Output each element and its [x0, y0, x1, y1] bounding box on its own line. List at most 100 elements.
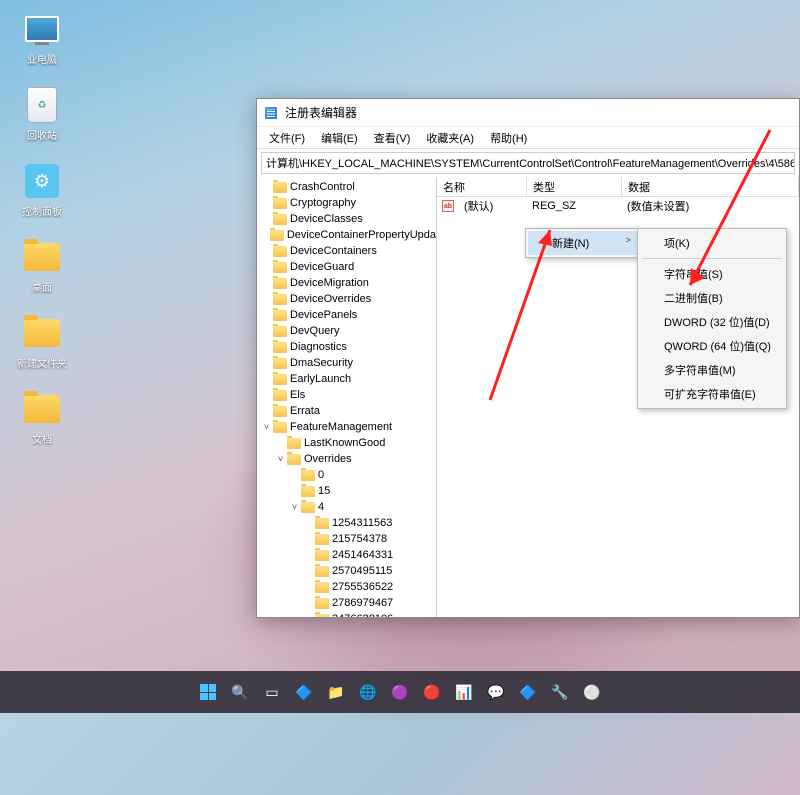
app-icon[interactable]: 📊 [451, 679, 477, 705]
tree-item[interactable]: 1254311563 [257, 515, 436, 531]
menu-favorites[interactable]: 收藏夹(A) [418, 128, 482, 148]
menu-file[interactable]: 文件(F) [261, 128, 313, 148]
desktop-icon-folder[interactable]: 文档 [12, 390, 72, 446]
task-view-icon[interactable]: ▭ [259, 679, 285, 705]
expand-toggle[interactable] [261, 182, 272, 193]
expand-toggle[interactable] [303, 582, 314, 593]
tree-item[interactable]: DeviceOverrides [257, 291, 436, 307]
tree-item[interactable]: DmaSecurity [257, 355, 436, 371]
expand-toggle[interactable] [303, 518, 314, 529]
tree-panel[interactable]: CrashControlCryptographyDeviceClassesDev… [257, 177, 437, 617]
menu-item-expandstring[interactable]: 可扩充字符串值(E) [640, 382, 784, 406]
expand-toggle[interactable] [275, 438, 286, 449]
desktop-icon-this-pc[interactable]: 业电脑 [12, 10, 72, 66]
tree-item[interactable]: DeviceMigration [257, 275, 436, 291]
tree-item[interactable]: EarlyLaunch [257, 371, 436, 387]
address-bar[interactable]: 计算机\HKEY_LOCAL_MACHINE\SYSTEM\CurrentCon… [261, 152, 795, 174]
tree-item[interactable]: Cryptography [257, 195, 436, 211]
menu-item-key[interactable]: 项(K) [640, 231, 784, 255]
expand-toggle[interactable] [261, 310, 272, 321]
tree-item[interactable]: CrashControl [257, 179, 436, 195]
titlebar[interactable]: 注册表编辑器 [257, 99, 799, 127]
tree-item[interactable]: LastKnownGood [257, 435, 436, 451]
expand-toggle[interactable] [303, 566, 314, 577]
menu-item-dword[interactable]: DWORD (32 位)值(D) [640, 310, 784, 334]
menu-item-new[interactable]: 新建(N) [528, 231, 637, 255]
menu-edit[interactable]: 编辑(E) [313, 128, 366, 148]
tree-item[interactable]: DeviceContainers [257, 243, 436, 259]
tree-item[interactable]: 215754378 [257, 531, 436, 547]
app-icon[interactable]: 🔴 [419, 679, 445, 705]
expand-toggle[interactable]: ˅ [261, 422, 272, 433]
expand-toggle[interactable]: ˅ [289, 502, 300, 513]
desktop-icon-folder[interactable]: 新建文件夹 [12, 314, 72, 370]
search-icon[interactable]: 🔍 [227, 679, 253, 705]
tree-item[interactable]: 0 [257, 467, 436, 483]
expand-toggle[interactable] [261, 326, 272, 337]
file-explorer-icon[interactable]: 📁 [323, 679, 349, 705]
expand-toggle[interactable] [261, 374, 272, 385]
expand-toggle[interactable] [303, 534, 314, 545]
desktop-icon-folder[interactable]: 桌面 [12, 238, 72, 294]
menu-item-binary[interactable]: 二进制值(B) [640, 286, 784, 310]
expand-toggle[interactable]: ˅ [275, 454, 286, 465]
tree-item[interactable]: DevQuery [257, 323, 436, 339]
tree-item[interactable]: ˅FeatureManagement [257, 419, 436, 435]
app-icon[interactable]: 🔷 [515, 679, 541, 705]
main-pane: CrashControlCryptographyDeviceClassesDev… [257, 177, 799, 617]
widgets-icon[interactable]: 🔷 [291, 679, 317, 705]
expand-toggle[interactable] [261, 230, 269, 241]
app-icon[interactable]: 🟣 [387, 679, 413, 705]
expand-toggle[interactable] [261, 198, 272, 209]
expand-toggle[interactable] [289, 470, 300, 481]
col-type[interactable]: 类型 [527, 177, 622, 196]
desktop-icon-control-panel[interactable]: ⚙ 控制面板 [12, 162, 72, 218]
menu-item-qword[interactable]: QWORD (64 位)值(Q) [640, 334, 784, 358]
menu-help[interactable]: 帮助(H) [482, 128, 535, 148]
app-icon[interactable]: ⚪ [579, 679, 605, 705]
menu-item-string[interactable]: 字符串值(S) [640, 262, 784, 286]
col-data[interactable]: 数据 [622, 177, 799, 196]
expand-toggle[interactable] [261, 358, 272, 369]
expand-toggle[interactable] [261, 390, 272, 401]
expand-toggle[interactable] [261, 214, 272, 225]
tree-item[interactable]: DeviceContainerPropertyUpda [257, 227, 436, 243]
list-header: 名称 类型 数据 [437, 177, 799, 197]
tree-item[interactable]: Diagnostics [257, 339, 436, 355]
expand-toggle[interactable] [261, 262, 272, 273]
chrome-icon[interactable]: 🌐 [355, 679, 381, 705]
tree-item[interactable]: DeviceClasses [257, 211, 436, 227]
app-icon[interactable]: 🔧 [547, 679, 573, 705]
menu-view[interactable]: 查看(V) [366, 128, 419, 148]
tree-item[interactable]: 15 [257, 483, 436, 499]
expand-toggle[interactable] [261, 406, 272, 417]
expand-toggle[interactable] [303, 550, 314, 561]
col-name[interactable]: 名称 [437, 177, 527, 196]
tree-item[interactable]: 2755536522 [257, 579, 436, 595]
tree-item[interactable]: 2786979467 [257, 595, 436, 611]
tree-item[interactable]: DevicePanels [257, 307, 436, 323]
tree-item[interactable]: ˅Overrides [257, 451, 436, 467]
value-name: (默认) [458, 198, 526, 214]
expand-toggle[interactable] [261, 246, 272, 257]
expand-toggle[interactable] [261, 278, 272, 289]
tree-label: 0 [318, 469, 324, 481]
tree-item[interactable]: 2570495115 [257, 563, 436, 579]
tree-item[interactable]: 2451464331 [257, 547, 436, 563]
expand-toggle[interactable] [261, 294, 272, 305]
values-panel[interactable]: 名称 类型 数据 ab (默认) REG_SZ (数值未设置) 新建(N) 项(… [437, 177, 799, 617]
expand-toggle[interactable] [289, 486, 300, 497]
tree-item[interactable]: DeviceGuard [257, 259, 436, 275]
expand-toggle[interactable] [261, 342, 272, 353]
desktop-icon-recycle-bin[interactable]: 回收站 [12, 86, 72, 142]
tree-item[interactable]: 3476628106 [257, 611, 436, 617]
expand-toggle[interactable] [303, 614, 314, 618]
tree-item[interactable]: Errata [257, 403, 436, 419]
menu-item-multistring[interactable]: 多字符串值(M) [640, 358, 784, 382]
start-button[interactable] [195, 679, 221, 705]
value-row[interactable]: ab (默认) REG_SZ (数值未设置) [437, 197, 799, 215]
app-icon[interactable]: 💬 [483, 679, 509, 705]
tree-item[interactable]: Els [257, 387, 436, 403]
tree-item[interactable]: ˅4 [257, 499, 436, 515]
expand-toggle[interactable] [303, 598, 314, 609]
